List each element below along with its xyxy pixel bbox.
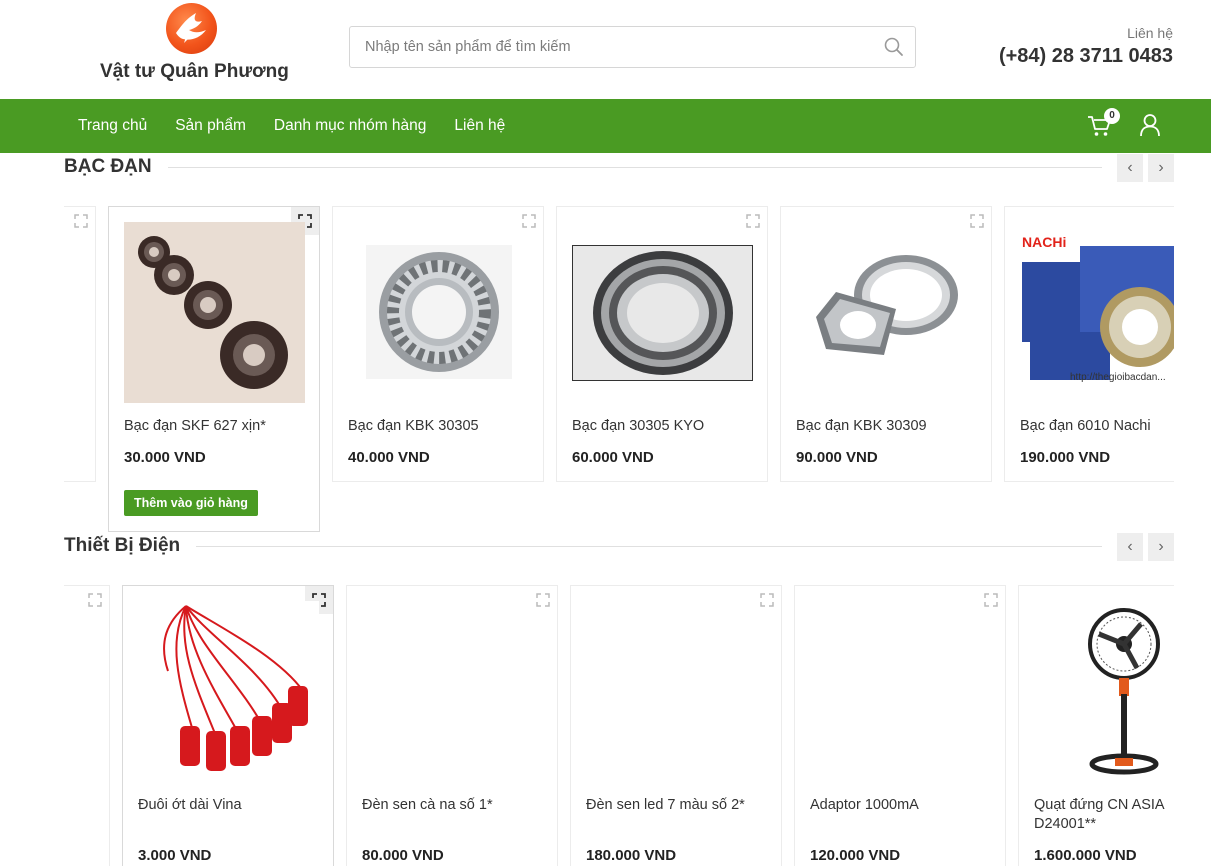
product-price: 80.000 VND [362, 847, 444, 864]
product-name[interactable]: Bạc đạn KBK 30309 [796, 417, 927, 436]
product-card[interactable]: Quạt đứng CN ASIA D24001** 1.600.000 VND [1018, 585, 1174, 866]
contact-phone[interactable]: (+84) 28 3711 0483 [999, 45, 1173, 68]
quick-view-icon[interactable] [963, 207, 991, 235]
product-name[interactable]: Đèn sen led 7 màu số 2* [586, 796, 771, 815]
product-image[interactable] [572, 245, 753, 381]
product-image-brand-text: NACHi [1022, 234, 1067, 250]
product-price: 180.000 VND [586, 847, 677, 864]
product-card[interactable] [64, 206, 96, 482]
chevron-left-icon[interactable]: ‹ [1117, 533, 1143, 561]
product-card[interactable]: Đèn sen cà na số 1* 80.000 VND [346, 585, 558, 866]
quick-view-icon[interactable] [739, 207, 767, 235]
product-price: 3.000 VND [138, 847, 212, 864]
product-image[interactable] [1079, 604, 1169, 779]
section-divider [165, 167, 1102, 168]
product-image[interactable] [366, 245, 512, 379]
product-image[interactable] [124, 222, 305, 403]
product-price: 40.000 VND [348, 449, 430, 466]
product-name[interactable]: Đèn sen cà na số 1* [362, 796, 547, 815]
product-card[interactable]: NACHi http://thegioibacdan... Bạc đạn 60… [1004, 206, 1174, 482]
search-icon[interactable] [883, 36, 905, 58]
product-name[interactable]: Bạc đạn 30305 KYO [572, 417, 704, 436]
eagle-logo-icon[interactable] [166, 3, 217, 54]
product-price: 60.000 VND [572, 449, 654, 466]
site-header: Vật tư Quân Phương Liên hệ (+84) 28 3711… [0, 0, 1211, 99]
main-nav: Trang chủ Sản phẩm Danh mục nhóm hàng Li… [0, 99, 1211, 153]
product-name[interactable]: Bạc đạn 6010 Nachi [1020, 417, 1151, 436]
nav-item-categories[interactable]: Danh mục nhóm hàng [260, 99, 441, 153]
quick-view-icon[interactable] [753, 586, 781, 614]
quick-view-icon[interactable] [529, 586, 557, 614]
product-card[interactable]: Bạc đạn 30305 KYO 60.000 VND [556, 206, 768, 482]
section-title-bearings: BẠC ĐẠN [64, 156, 168, 178]
product-price: 30.000 VND [124, 449, 206, 466]
product-name[interactable]: Bạc đạn KBK 30305 [348, 417, 479, 436]
quick-view-icon[interactable] [81, 586, 109, 614]
quick-view-icon[interactable] [515, 207, 543, 235]
product-card[interactable]: Bạc đạn SKF 627 xịn* 30.000 VND Thêm vào… [108, 206, 320, 532]
bearings-carousel: Bạc đạn SKF 627 xịn* 30.000 VND Thêm vào… [64, 206, 1174, 532]
product-card[interactable]: Bạc đạn KBK 30305 40.000 VND [332, 206, 544, 482]
nav-item-contact[interactable]: Liên hệ [440, 99, 519, 153]
product-price: 190.000 VND [1020, 449, 1111, 466]
quick-view-icon[interactable] [67, 207, 95, 235]
product-card[interactable]: Adaptor 1000mA 120.000 VND [794, 585, 1006, 866]
product-price: 90.000 VND [796, 449, 878, 466]
product-price: 120.000 VND [810, 847, 901, 864]
product-name[interactable]: Adaptor 1000mA [810, 796, 995, 815]
product-name[interactable]: Bạc đạn SKF 627 xịn* [124, 417, 266, 436]
product-card[interactable]: Đèn sen led 7 màu số 2* 180.000 VND [570, 585, 782, 866]
chevron-right-icon[interactable]: › [1148, 154, 1174, 182]
nav-item-products[interactable]: Sản phẩm [161, 99, 260, 153]
section-title-electrical: Thiết Bị Điện [64, 535, 197, 557]
cart-count-badge: 0 [1104, 108, 1120, 124]
chevron-left-icon[interactable]: ‹ [1117, 154, 1143, 182]
search-box [349, 26, 916, 68]
product-card[interactable] [64, 585, 110, 866]
user-icon[interactable] [1139, 113, 1161, 137]
section-divider [195, 546, 1102, 547]
electrical-carousel: Đuôi ớt dài Vina 3.000 VND Đèn sen cà na… [64, 585, 1174, 866]
site-name[interactable]: Vật tư Quân Phương [100, 61, 289, 83]
product-image[interactable] [138, 601, 319, 782]
product-card[interactable]: Bạc đạn KBK 30309 90.000 VND [780, 206, 992, 482]
nav-item-home[interactable]: Trang chủ [64, 99, 161, 153]
product-price: 1.600.000 VND [1034, 847, 1137, 864]
quick-view-icon[interactable] [977, 586, 1005, 614]
contact-label: Liên hệ [1127, 25, 1173, 41]
add-to-cart-button[interactable]: Thêm vào giỏ hàng [124, 490, 258, 516]
product-name[interactable]: Đuôi ớt dài Vina [138, 796, 242, 815]
product-name[interactable]: Quạt đứng CN ASIA D24001** [1034, 796, 1174, 834]
chevron-right-icon[interactable]: › [1148, 533, 1174, 561]
search-input[interactable] [350, 27, 870, 67]
product-image[interactable]: NACHi http://thegioibacdan... [1020, 232, 1174, 392]
product-image-watermark-text: http://thegioibacdan... [1070, 372, 1166, 383]
product-image[interactable] [796, 237, 977, 387]
product-card[interactable]: Đuôi ớt dài Vina 3.000 VND [122, 585, 334, 866]
